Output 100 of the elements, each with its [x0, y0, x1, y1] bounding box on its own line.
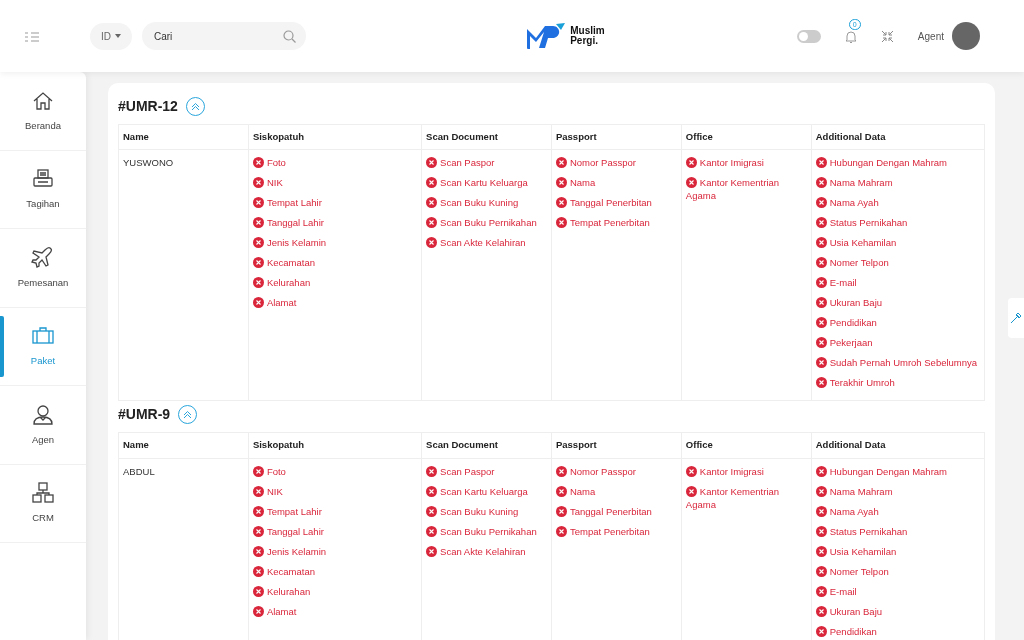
status-label: Hubungan Dengan Mahram: [829, 465, 947, 477]
collapse-button[interactable]: [178, 405, 198, 425]
status-label: Foto: [266, 157, 286, 169]
status-label: Kantor Kementrian Agama: [685, 485, 780, 510]
column-header: Siskopatuh: [248, 124, 422, 150]
column-header: Name: [118, 432, 249, 458]
double-chevron-icon: [190, 102, 200, 111]
caret-icon: [115, 34, 121, 38]
pin-icon: [1010, 312, 1022, 324]
status-label: Nomer Telpon: [829, 565, 889, 577]
status-label: Foto: [266, 465, 286, 477]
sidebar-item[interactable]: Paket: [0, 307, 86, 386]
status-label: Usia Kehamilan: [829, 545, 897, 557]
status-label: NIK: [266, 177, 283, 189]
column-header: Office: [681, 432, 812, 458]
sidebar-item[interactable]: Pemesanan: [0, 229, 86, 308]
status-label: Scan Buku Pernikahan: [440, 525, 537, 537]
status-label: Nama Ayah: [829, 197, 879, 209]
status-label: Tanggal Penerbitan: [569, 505, 652, 517]
status-label: Tempat Penerbitan: [569, 217, 650, 229]
sidebar-item[interactable]: CRM: [0, 464, 86, 543]
compress-icon: [880, 29, 894, 43]
status-label: Ukuran Baju: [829, 605, 883, 617]
collapse-button[interactable]: [185, 97, 205, 116]
status-label: Scan Buku Pernikahan: [440, 217, 537, 229]
status-label: Scan Paspor: [440, 465, 495, 477]
status-label: Pendidikan: [829, 317, 877, 329]
avatar[interactable]: [952, 22, 980, 50]
status-label: Kelurahan: [266, 585, 311, 597]
pin-tab[interactable]: [1008, 298, 1024, 338]
status-label: Pekerjaan: [829, 337, 873, 349]
status-label: E-mail: [829, 585, 857, 597]
status-label: Jenis Kelamin: [266, 237, 327, 249]
sidebar-item[interactable]: Agen: [0, 386, 86, 465]
column-header: Scan Document: [421, 124, 552, 150]
status-label: Tanggal Penerbitan: [569, 197, 652, 209]
status-label: Nama: [569, 177, 596, 189]
status-label: Kelurahan: [266, 277, 311, 289]
status-label: Pendidikan: [829, 625, 877, 637]
status-label: Alamat: [266, 605, 297, 617]
status-label: Nomer Telpon: [829, 257, 889, 269]
status-label: Tempat Penerbitan: [569, 525, 650, 537]
status-label: Kantor Kementrian Agama: [685, 177, 780, 202]
search-field[interactable]: Cari: [142, 22, 306, 50]
column-header: Scan Document: [421, 432, 552, 458]
status-label: Alamat: [266, 297, 297, 309]
sidebar-item[interactable]: Beranda: [0, 72, 86, 151]
status-label: Status Pernikahan: [829, 217, 908, 229]
column-header: Passport: [551, 432, 682, 458]
toggle-switch[interactable]: [796, 29, 821, 43]
status-label: Nama Mahram: [829, 177, 893, 189]
logo-text: Muslim Pergi.: [570, 25, 605, 47]
status-label: Jenis Kelamin: [266, 545, 327, 557]
status-label: NIK: [266, 485, 283, 497]
status-label: Scan Kartu Keluarga: [440, 485, 528, 497]
status-label: Scan Paspor: [440, 157, 495, 169]
hierarchy-icon: [31, 481, 55, 506]
status-label: Kecamatan: [266, 565, 315, 577]
menu-icon: [24, 30, 40, 43]
status-label: Usia Kehamilan: [829, 237, 897, 249]
status-label: Nama: [569, 485, 596, 497]
search-icon: [283, 29, 296, 43]
status-label: Hubungan Dengan Mahram: [829, 157, 947, 169]
name-cell: YUSWONO: [118, 149, 249, 401]
status-label: Tempat Lahir: [266, 505, 322, 517]
status-label: Scan Buku Kuning: [440, 197, 519, 209]
status-label: Kantor Imigrasi: [699, 157, 764, 169]
status-label: Ukuran Baju: [829, 297, 883, 309]
status-label: Nomor Passpor: [569, 157, 636, 169]
status-label: Tanggal Lahir: [266, 525, 324, 537]
airplane-icon: [31, 245, 55, 270]
column-header: Name: [118, 124, 249, 150]
group-title: #UMR-12: [118, 98, 178, 115]
column-header: Additional Data: [811, 124, 985, 150]
column-header: Office: [681, 124, 812, 150]
status-label: Scan Buku Kuning: [440, 505, 519, 517]
sidebar-item[interactable]: Tagihan: [0, 150, 86, 229]
bell-icon: [844, 29, 857, 44]
status-label: Tempat Lahir: [266, 197, 322, 209]
double-chevron-icon: [183, 410, 193, 420]
status-label: Kantor Imigrasi: [699, 465, 764, 477]
column-header: Additional Data: [811, 432, 985, 458]
status-label: Terakhir Umroh: [829, 377, 895, 389]
status-label: Nama Ayah: [829, 505, 879, 517]
search-input[interactable]: Cari: [152, 27, 272, 45]
status-label: Scan Kartu Keluarga: [440, 177, 528, 189]
status-label: Sudah Pernah Umroh Sebelumnya: [829, 357, 978, 369]
logo-icon: [526, 23, 567, 49]
user-name: Agent: [917, 29, 944, 44]
column-header: Siskopatuh: [248, 432, 422, 458]
language-dropdown[interactable]: ID: [90, 22, 132, 50]
column-header: Passport: [551, 124, 682, 150]
status-label: E-mail: [829, 277, 857, 289]
name-cell: ABDUL: [118, 458, 249, 640]
person-icon: [31, 402, 55, 427]
status-label: Scan Akte Kelahiran: [440, 237, 526, 249]
status-label: Scan Akte Kelahiran: [440, 545, 526, 557]
status-label: Status Pernikahan: [829, 525, 908, 537]
status-label: Nama Mahram: [829, 485, 893, 497]
status-label: Tanggal Lahir: [266, 217, 324, 229]
